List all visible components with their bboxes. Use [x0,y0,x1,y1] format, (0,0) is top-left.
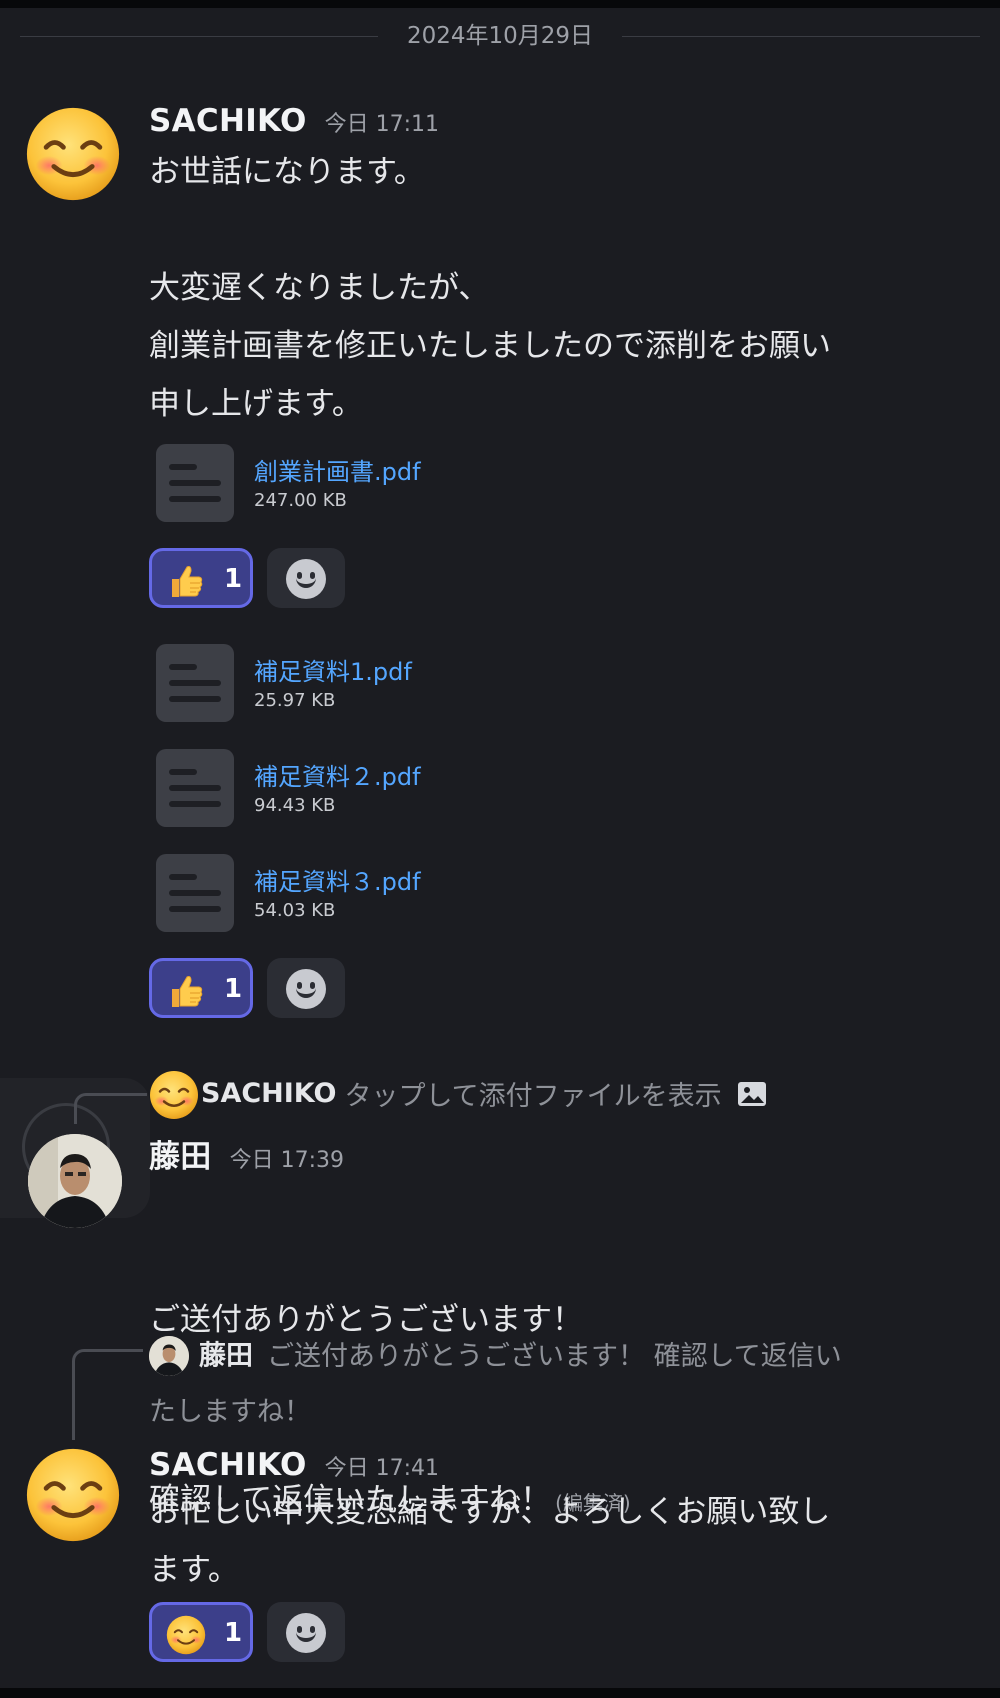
add-reaction-button[interactable] [267,958,345,1018]
reply-reference[interactable]: 藤田 ご送付ありがとうございます！ 確認して返信い たしますね！ [149,1330,979,1428]
avatar[interactable] [25,1447,121,1543]
document-icon [156,444,234,522]
avatar[interactable] [25,106,121,202]
file-size: 54.03 KB [254,900,336,921]
reply-snippet: タップして添付ファイルを表示 [344,1081,722,1112]
reply-connector [72,1349,143,1440]
reply-author: SACHIKO [201,1078,337,1109]
message-text: お世話になります。 大変遅くなりましたが、 創業計画書を修正いたしましたので添削… [149,154,831,422]
file-size: 94.43 KB [254,795,336,816]
file-attachment[interactable]: 補足資料２.pdf 94.43 KB [156,749,656,829]
message-header: 藤田 今日 17:39 [149,1131,344,1175]
document-icon [156,644,234,722]
reaction-thumbs-up[interactable]: 1 [149,548,253,608]
file-size: 247.00 KB [254,490,347,511]
reaction-count: 1 [224,1618,243,1648]
add-reaction-icon [286,969,326,1009]
reply-connector [74,1093,147,1124]
message-text: お忙しい中大変恐縮ですが、よろしくお願い致し ます。 [149,1494,831,1588]
file-name[interactable]: 補足資料２.pdf [254,757,421,792]
date-label: 2024年10月29日 [406,23,594,49]
smiling-face-emoji-icon [25,1447,121,1543]
document-icon [156,854,234,932]
timestamp: 今日 17:11 [324,112,440,137]
file-name[interactable]: 補足資料1.pdf [254,652,412,687]
file-name[interactable]: 創業計画書.pdf [254,452,421,487]
date-divider: 2024年10月29日 [20,20,980,52]
reply-snippet: ご送付ありがとうございます！ 確認して返信い [267,1340,842,1372]
person-photo-icon [28,1134,122,1228]
smiling-face-emoji-icon [25,106,121,202]
file-attachment[interactable]: 補足資料1.pdf 25.97 KB [156,644,656,724]
author-name[interactable]: SACHIKO [149,103,307,139]
chat-screen: 2024年10月29日 SACHIKO 今日 17:11 お世話になります。 大変… [0,0,1000,1698]
smiling-face-emoji-icon [149,1070,199,1120]
reaction-smiling-face[interactable]: 1 [149,1602,253,1662]
timestamp: 今日 17:41 [324,1456,440,1481]
reply-author: 藤田 [199,1340,253,1372]
file-attachment[interactable]: 補足資料３.pdf 54.03 KB [156,854,656,934]
person-photo-icon [149,1336,189,1376]
message-header: SACHIKO 今日 17:11 [149,103,439,143]
image-icon [737,1081,766,1106]
smiling-face-icon [166,1615,206,1655]
document-icon [156,749,234,827]
reply-snippet-continued: たしますね！ [149,1396,311,1428]
status-bar-edge [0,0,1000,8]
file-name[interactable]: 補足資料３.pdf [254,862,421,897]
add-reaction-button[interactable] [267,548,345,608]
screen-bottom-edge [0,1688,1000,1698]
reaction-count: 1 [224,974,243,1004]
reaction-thumbs-up[interactable]: 1 [149,958,253,1018]
file-size: 25.97 KB [254,690,336,711]
add-reaction-icon [286,559,326,599]
thumbs-up-icon [166,561,206,601]
avatar[interactable] [28,1134,122,1228]
reaction-count: 1 [224,564,243,594]
thumbs-up-icon [166,971,206,1011]
file-attachment[interactable]: 創業計画書.pdf 247.00 KB [156,444,656,524]
add-reaction-icon [286,1613,326,1653]
add-reaction-button[interactable] [267,1602,345,1662]
author-name[interactable]: SACHIKO [149,1447,307,1483]
message-header: SACHIKO 今日 17:41 [149,1447,439,1487]
mini-avatar [149,1336,189,1376]
